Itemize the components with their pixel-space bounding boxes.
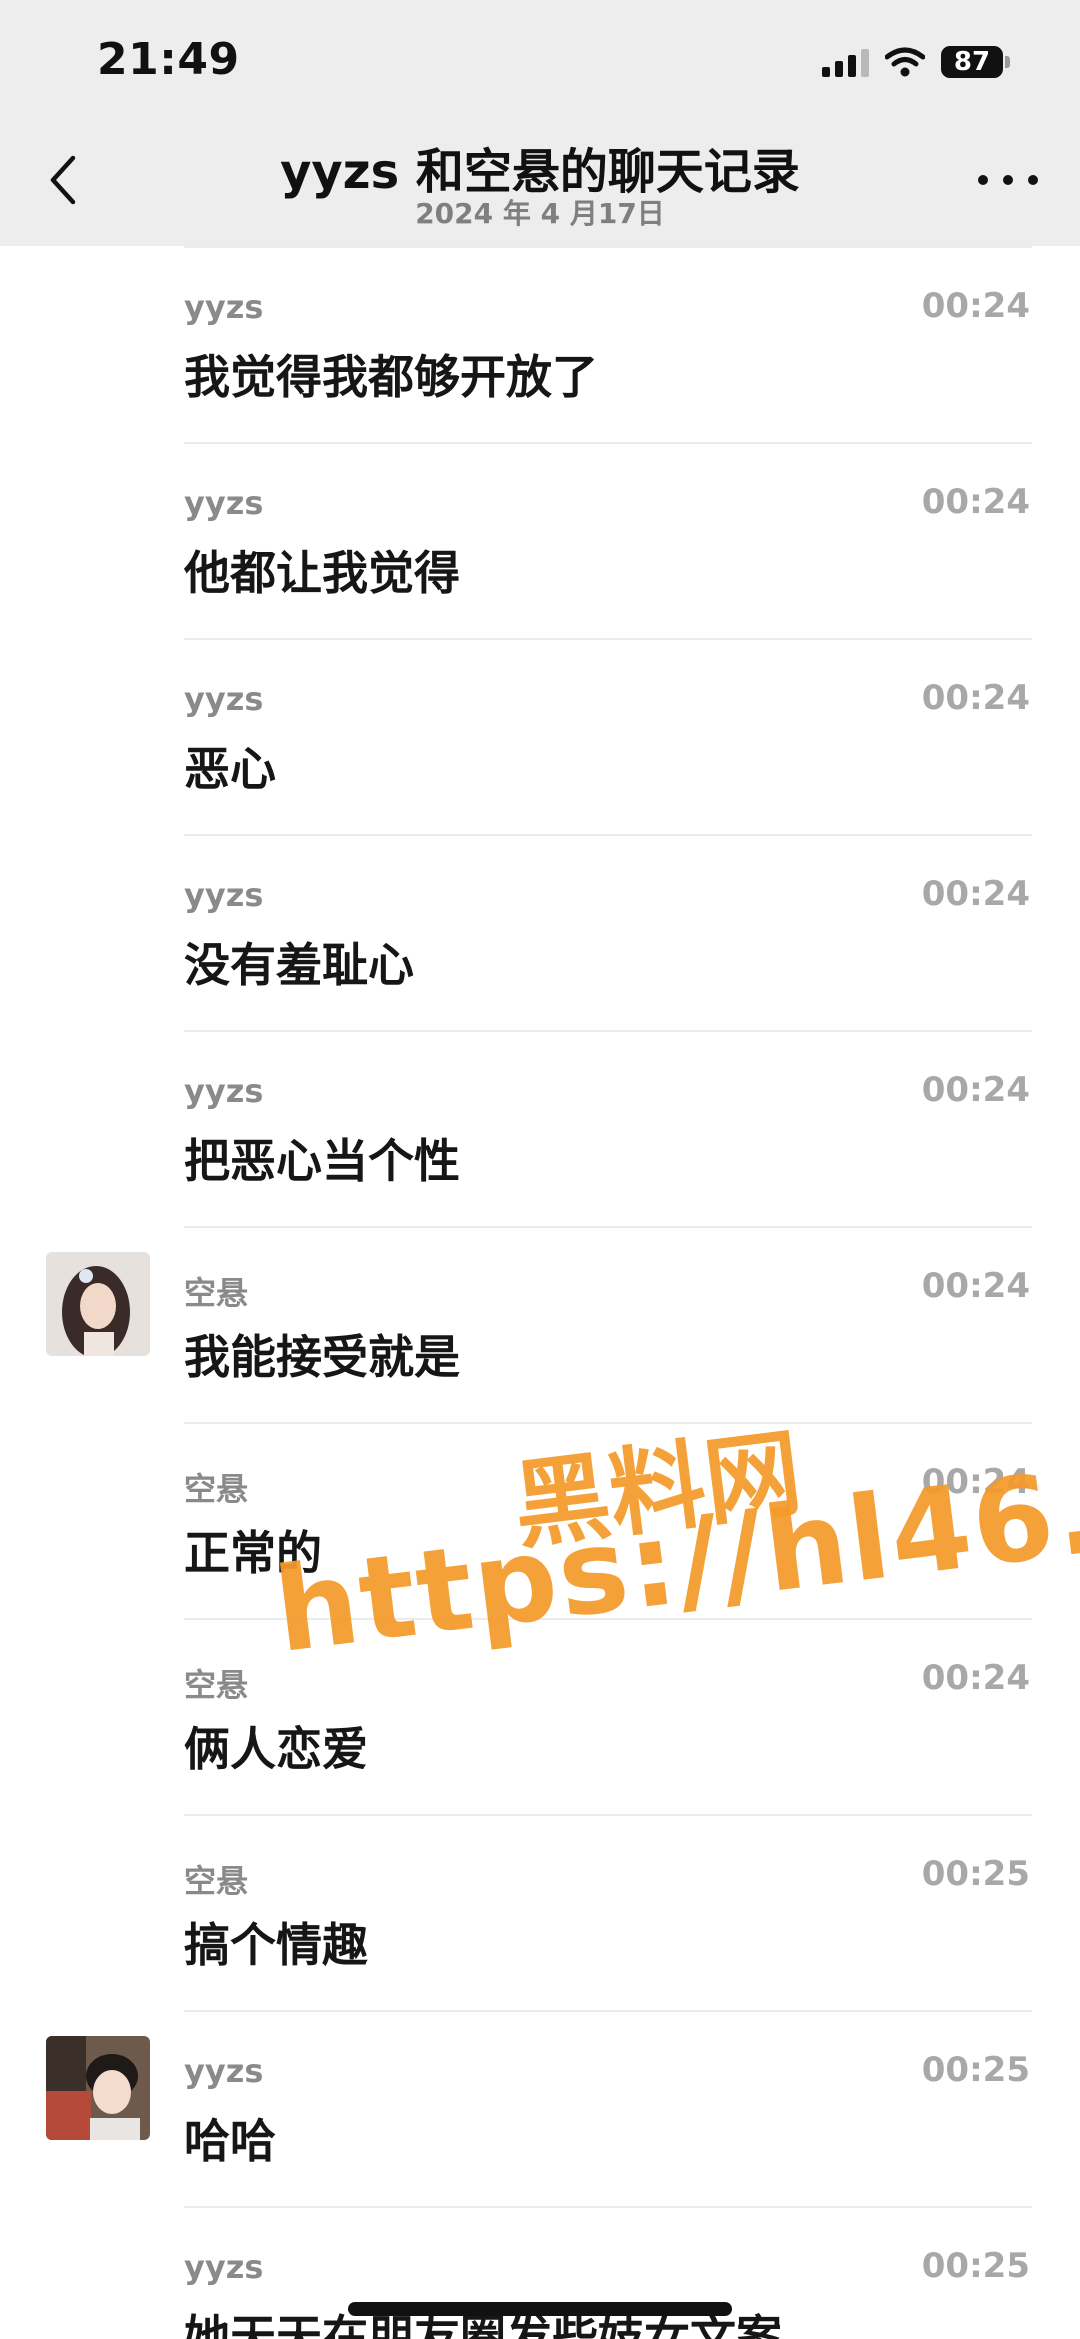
message-row[interactable]: yyzs 00:24 把恶心当个性	[0, 1030, 1080, 1226]
message-sender: yyzs	[184, 484, 264, 522]
signal-icon	[822, 47, 869, 77]
message-row[interactable]: yyzs 00:24 我觉得我都够开放了	[0, 246, 1080, 442]
message-sender: yyzs	[184, 2052, 264, 2090]
message-sender: 空悬	[184, 1274, 249, 1312]
message-row[interactable]: yyzs 00:25 哈哈	[0, 2010, 1080, 2206]
top-bar: 21:49 87 yyzs 和空悬的聊天记录 2024 年 4 月17日	[0, 0, 1080, 246]
message-divider	[184, 246, 1032, 248]
message-time: 00:24	[921, 678, 1030, 718]
chevron-left-icon	[50, 155, 76, 205]
message-text: 他都让我觉得	[184, 546, 460, 600]
message-sender: yyzs	[184, 876, 264, 914]
message-divider	[184, 2206, 1032, 2208]
message-time: 00:24	[921, 1462, 1030, 1502]
message-text: 没有羞耻心	[184, 938, 414, 992]
message-row[interactable]: yyzs 00:24 没有羞耻心	[0, 834, 1080, 1030]
message-row[interactable]: yyzs 00:24 恶心	[0, 638, 1080, 834]
message-divider	[184, 2010, 1032, 2012]
message-time: 00:24	[921, 482, 1030, 522]
message-text: 正常的	[184, 1526, 322, 1580]
message-time: 00:24	[921, 286, 1030, 326]
message-time: 00:24	[921, 1658, 1030, 1698]
more-dots-icon	[978, 175, 988, 185]
message-divider	[184, 638, 1032, 640]
message-row[interactable]: 空悬 00:24 正常的	[0, 1422, 1080, 1618]
message-sender: 空悬	[184, 1666, 249, 1704]
message-row[interactable]: yyzs 00:24 他都让我觉得	[0, 442, 1080, 638]
message-text: 哈哈	[184, 2114, 276, 2168]
message-time: 00:25	[921, 2246, 1030, 2286]
message-time: 00:24	[921, 1266, 1030, 1306]
message-sender: yyzs	[184, 288, 264, 326]
home-indicator[interactable]	[348, 2302, 732, 2316]
message-divider	[184, 1226, 1032, 1228]
message-text: 恶心	[184, 742, 276, 796]
message-time: 00:25	[921, 1854, 1030, 1894]
message-text: 俩人恋爱	[184, 1722, 368, 1776]
message-divider	[184, 834, 1032, 836]
status-time: 21:49	[97, 34, 240, 85]
message-sender: 空悬	[184, 1862, 249, 1900]
avatar[interactable]	[46, 2036, 150, 2140]
message-sender: yyzs	[184, 2248, 264, 2286]
message-divider	[184, 442, 1032, 444]
message-divider	[184, 1618, 1032, 1620]
more-button[interactable]	[978, 160, 1038, 200]
message-divider	[184, 1422, 1032, 1424]
message-sender: yyzs	[184, 680, 264, 718]
status-icons: 87	[822, 42, 1010, 82]
message-sender: 空悬	[184, 1470, 249, 1508]
message-divider	[184, 1814, 1032, 1816]
battery-icon: 87	[941, 46, 1010, 78]
message-time: 00:24	[921, 874, 1030, 914]
message-time: 00:25	[921, 2050, 1030, 2090]
message-row[interactable]: 空悬 00:24 我能接受就是	[0, 1226, 1080, 1422]
message-row[interactable]: yyzs 00:25 她天天在朋友圈发些妓女文案	[0, 2206, 1080, 2339]
back-button[interactable]	[38, 145, 88, 215]
message-list[interactable]: yyzs 00:24 我觉得我都够开放了 yyzs 00:24 他都让我觉得 yyzs 00:…	[0, 246, 1080, 2339]
message-divider	[184, 1030, 1032, 1032]
avatar[interactable]	[46, 1252, 150, 1356]
message-row[interactable]: 空悬 00:25 搞个情趣	[0, 1814, 1080, 2010]
page-subtitle: 2024 年 4 月17日	[415, 197, 665, 230]
message-time: 00:24	[921, 1070, 1030, 1110]
message-text: 我觉得我都够开放了	[184, 350, 598, 404]
message-row[interactable]: 空悬 00:24 俩人恋爱	[0, 1618, 1080, 1814]
wifi-icon	[885, 47, 925, 77]
message-text: 搞个情趣	[184, 1918, 368, 1972]
chat-history-screen: 21:49 87 yyzs 和空悬的聊天记录 2024 年 4 月17日 yyz…	[0, 0, 1080, 2339]
battery-level: 87	[941, 46, 1003, 78]
message-text: 我能接受就是	[184, 1330, 460, 1384]
message-sender: yyzs	[184, 1072, 264, 1110]
message-text: 把恶心当个性	[184, 1134, 460, 1188]
